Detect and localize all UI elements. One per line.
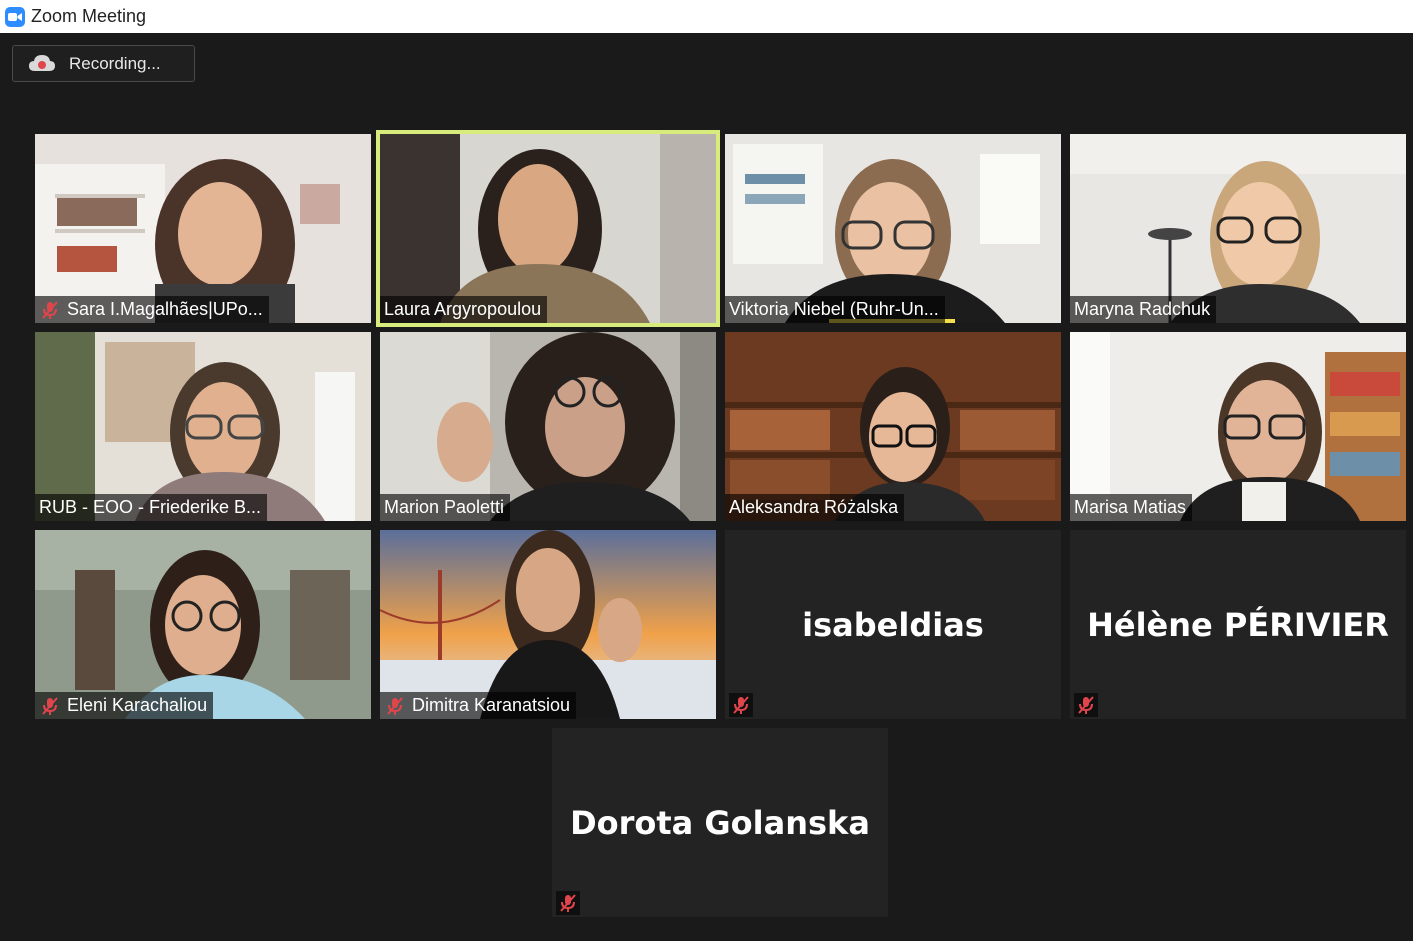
participant-nameplate: Eleni Karachaliou xyxy=(35,692,214,719)
video-feed xyxy=(1070,134,1406,323)
participant-name-display: Dorota Golanska xyxy=(570,803,870,842)
participant-nameplate: Aleksandra Różalska xyxy=(725,494,905,521)
participant-nameplate: Laura Argyropoulou xyxy=(380,296,548,323)
participant-nameplate: RUB - EOO - Friederike B... xyxy=(35,494,268,521)
video-feed xyxy=(725,332,1061,521)
video-tile-sara[interactable]: Sara I.Magalhães|UPo... xyxy=(35,134,371,323)
participant-name: Aleksandra Różalska xyxy=(729,497,899,517)
title-bar: Zoom Meeting xyxy=(0,0,1413,33)
video-tile-dorota[interactable]: Dorota Golanska xyxy=(552,728,888,917)
mic-muted-icon xyxy=(729,693,753,717)
video-feed xyxy=(35,332,371,521)
zoom-logo-icon xyxy=(5,6,25,27)
mic-muted-icon xyxy=(39,299,61,321)
participant-nameplate: Marisa Matias xyxy=(1070,494,1193,521)
video-tile-marion[interactable]: Marion Paoletti xyxy=(380,332,716,521)
video-feed xyxy=(725,134,1061,323)
participant-nameplate: Marion Paoletti xyxy=(380,494,511,521)
mic-muted-icon xyxy=(1074,693,1098,717)
video-feed xyxy=(35,530,371,719)
video-tile-laura[interactable]: Laura Argyropoulou xyxy=(376,130,720,327)
video-feed xyxy=(1070,332,1406,521)
participant-name: Maryna Radchuk xyxy=(1074,299,1211,319)
recording-indicator-button[interactable]: Recording... xyxy=(12,45,195,82)
video-feed xyxy=(380,332,716,521)
mic-muted-icon xyxy=(39,695,61,717)
participant-nameplate: Viktoria Niebel (Ruhr-Un... xyxy=(725,296,945,323)
video-tile-viktoria[interactable]: Viktoria Niebel (Ruhr-Un... xyxy=(725,134,1061,323)
participant-nameplate: Maryna Radchuk xyxy=(1070,296,1217,323)
participant-name-display: isabeldias xyxy=(802,605,984,644)
video-feed xyxy=(380,134,716,323)
window-title: Zoom Meeting xyxy=(31,6,147,26)
video-tile-dimitra[interactable]: Dimitra Karanatsiou xyxy=(380,530,716,719)
participant-name: RUB - EOO - Friederike B... xyxy=(39,497,262,517)
participant-name: Eleni Karachaliou xyxy=(67,695,208,715)
video-tile-marisa[interactable]: Marisa Matias xyxy=(1070,332,1406,521)
video-feed xyxy=(380,530,716,719)
participant-name: Viktoria Niebel (Ruhr-Un... xyxy=(729,299,939,319)
video-tile-helene[interactable]: Hélène PÉRIVIER xyxy=(1070,530,1406,719)
participant-nameplate: Dimitra Karanatsiou xyxy=(380,692,577,719)
participant-name: Laura Argyropoulou xyxy=(384,299,542,319)
participant-name: Marion Paoletti xyxy=(384,497,505,517)
video-tile-friederike[interactable]: RUB - EOO - Friederike B... xyxy=(35,332,371,521)
recording-label: Recording... xyxy=(69,53,161,73)
mic-muted-icon xyxy=(556,891,580,915)
participant-name: Dimitra Karanatsiou xyxy=(412,695,571,715)
participant-name: Sara I.Magalhães|UPo... xyxy=(67,299,263,319)
cloud-recording-icon xyxy=(29,54,55,71)
video-feed xyxy=(35,134,371,323)
participant-name: Marisa Matias xyxy=(1074,497,1187,517)
participant-nameplate: Sara I.Magalhães|UPo... xyxy=(35,296,269,323)
video-tile-maryna[interactable]: Maryna Radchuk xyxy=(1070,134,1406,323)
video-tile-aleksandra[interactable]: Aleksandra Różalska xyxy=(725,332,1061,521)
participant-name-display: Hélène PÉRIVIER xyxy=(1087,605,1389,644)
video-tile-isabeldias[interactable]: isabeldias xyxy=(725,530,1061,719)
video-tile-eleni[interactable]: Eleni Karachaliou xyxy=(35,530,371,719)
mic-muted-icon xyxy=(384,695,406,717)
